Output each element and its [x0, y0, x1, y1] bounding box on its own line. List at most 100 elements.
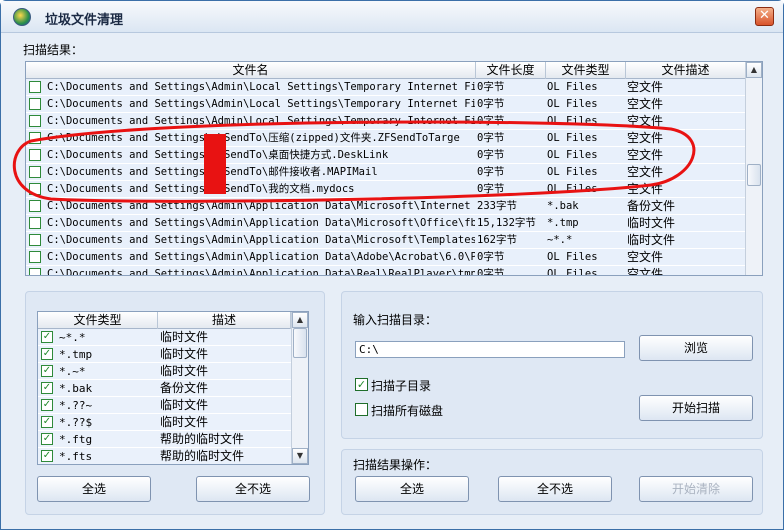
filetype-checkbox[interactable]: ✓ [41, 382, 53, 394]
filetype-checkbox[interactable]: ✓ [41, 433, 53, 445]
filetype-desc: 备份文件 [160, 381, 209, 395]
row-checkbox[interactable] [29, 132, 41, 144]
filetype-scrollbar[interactable]: ▲ ▼ [291, 312, 308, 464]
all-disks-checkbox[interactable] [355, 403, 368, 416]
row-checkbox[interactable] [29, 251, 41, 263]
scan-dir-input[interactable]: C:\ [355, 341, 625, 358]
filetype-checkbox[interactable]: ✓ [41, 331, 53, 343]
results-scrollbar[interactable]: ▲ [745, 62, 762, 275]
row-size: 0字节 [477, 132, 505, 144]
row-desc: 空文件 [627, 182, 664, 196]
results-rows: C:\Documents and Settings\Admin\Local Se… [26, 79, 746, 275]
filetype-desc: 帮助的临时文件 [160, 432, 245, 446]
filetype-pattern: *.ftg [59, 433, 93, 446]
filetype-desc: 临时文件 [160, 415, 209, 429]
row-checkbox[interactable] [29, 217, 41, 229]
scroll-up-button[interactable]: ▲ [746, 62, 762, 78]
table-row[interactable]: C:\Documents and Settings\ \SendTo\我的文档.… [26, 181, 746, 198]
filetype-desc: 临时文件 [160, 347, 209, 361]
row-size: 15,132字节 [477, 217, 536, 229]
junk-cleaner-window: 垃圾文件清理 ✕ 扫描结果： 文件名 文件长度 文件类型 文件描述 C:\Doc… [0, 0, 784, 530]
row-checkbox[interactable] [29, 98, 41, 110]
row-filename: C:\Documents and Settings\ \SendTo\压缩(zi… [47, 132, 460, 144]
row-checkbox[interactable] [29, 166, 41, 178]
row-filename: C:\Documents and Settings\ \SendTo\桌面快捷方… [47, 149, 389, 161]
column-header-name[interactable]: 文件名 [26, 62, 476, 79]
table-row[interactable]: C:\Documents and Settings\Admin\Local Se… [26, 113, 746, 130]
row-type: OL Files [547, 183, 598, 195]
start-clean-button[interactable]: 开始清除 [639, 476, 753, 502]
row-checkbox[interactable] [29, 183, 41, 195]
start-scan-button[interactable]: 开始扫描 [639, 395, 753, 421]
filetype-header: 文件类型 描述 [38, 312, 291, 329]
filetype-checkbox[interactable]: ✓ [41, 416, 53, 428]
scroll-thumb[interactable] [747, 164, 761, 186]
filetype-pattern: *.tmp [59, 348, 93, 361]
filetype-checkbox[interactable]: ✓ [41, 450, 53, 462]
list-item[interactable]: ✓ *.??$ 临时文件 [38, 414, 291, 431]
table-row[interactable]: C:\Documents and Settings\Admin\Local Se… [26, 96, 746, 113]
title-bar[interactable]: 垃圾文件清理 ✕ [1, 1, 783, 33]
row-checkbox[interactable] [29, 234, 41, 246]
column-header-size[interactable]: 文件长度 [476, 62, 546, 79]
table-row[interactable]: C:\Documents and Settings\Admin\Applicat… [26, 198, 746, 215]
table-row[interactable]: C:\Documents and Settings\Admin\Local Se… [26, 79, 746, 96]
row-filename: C:\Documents and Settings\Admin\Applicat… [47, 268, 475, 275]
filetype-checkbox[interactable]: ✓ [41, 399, 53, 411]
row-size: 233字节 [477, 200, 517, 212]
filetype-table: 文件类型 描述 ✓ ~*.* 临时文件 ✓ *.tmp 临时文件 ✓ *.~* 临时文件 ✓ *.b… [37, 311, 309, 465]
row-desc: 空文件 [627, 250, 664, 264]
row-type: OL Files [547, 166, 598, 178]
row-checkbox[interactable] [29, 149, 41, 161]
table-row[interactable]: C:\Documents and Settings\ \SendTo\邮件接收者… [26, 164, 746, 181]
list-item[interactable]: ✓ ~*.* 临时文件 [38, 329, 291, 346]
row-checkbox[interactable] [29, 200, 41, 212]
table-row[interactable]: C:\Documents and Settings\Admin\Applicat… [26, 249, 746, 266]
row-checkbox[interactable] [29, 81, 41, 93]
browse-button[interactable]: 浏览 [639, 335, 753, 361]
filetype-checkbox[interactable]: ✓ [41, 348, 53, 360]
row-checkbox[interactable] [29, 268, 41, 275]
row-type: *.tmp [547, 217, 579, 229]
filetype-select-none-button[interactable]: 全不选 [196, 476, 310, 502]
close-button[interactable]: ✕ [755, 7, 774, 26]
row-desc: 临时文件 [627, 216, 676, 230]
filetype-select-all-button[interactable]: 全选 [37, 476, 151, 502]
row-type: OL Files [547, 81, 598, 93]
list-item[interactable]: ✓ *.??~ 临时文件 [38, 397, 291, 414]
list-item[interactable]: ✓ *.ftg 帮助的临时文件 [38, 431, 291, 448]
column-header-filedesc[interactable]: 描述 [158, 312, 291, 329]
list-item[interactable]: ✓ *.tmp 临时文件 [38, 346, 291, 363]
list-item[interactable]: ✓ *.bak 备份文件 [38, 380, 291, 397]
row-desc: 空文件 [627, 114, 664, 128]
filetype-pattern: *.fts [59, 450, 93, 463]
row-checkbox[interactable] [29, 115, 41, 127]
scroll-up-button[interactable]: ▲ [292, 312, 308, 328]
ops-select-none-button[interactable]: 全不选 [498, 476, 612, 502]
filetype-rows: ✓ ~*.* 临时文件 ✓ *.tmp 临时文件 ✓ *.~* 临时文件 ✓ *.bak 备份文件 ✓ *… [38, 329, 291, 464]
column-header-desc[interactable]: 文件描述 [626, 62, 746, 79]
table-row[interactable]: C:\Documents and Settings\ \SendTo\桌面快捷方… [26, 147, 746, 164]
window-title: 垃圾文件清理 [45, 13, 124, 28]
filetype-checkbox[interactable]: ✓ [41, 365, 53, 377]
scroll-down-button[interactable]: ▼ [292, 448, 308, 464]
row-desc: 空文件 [627, 97, 664, 111]
row-type: OL Files [547, 115, 598, 127]
include-subdirs-checkbox[interactable]: ✓ [355, 378, 368, 391]
close-icon: ✕ [759, 8, 770, 23]
column-header-type[interactable]: 文件类型 [546, 62, 626, 79]
list-item[interactable]: ✓ *.~* 临时文件 [38, 363, 291, 380]
table-row[interactable]: C:\Documents and Settings\Admin\Applicat… [26, 232, 746, 249]
row-filename: C:\Documents and Settings\Admin\Local Se… [47, 81, 475, 93]
table-row[interactable]: C:\Documents and Settings\Admin\Applicat… [26, 215, 746, 232]
include-subdirs-label: 扫描子目录 [371, 379, 432, 393]
table-row[interactable]: C:\Documents and Settings\ \SendTo\压缩(zi… [26, 130, 746, 147]
row-type: OL Files [547, 132, 598, 144]
table-row[interactable]: C:\Documents and Settings\Admin\Applicat… [26, 266, 746, 275]
scroll-thumb[interactable] [293, 328, 307, 358]
ops-select-all-button[interactable]: 全选 [355, 476, 469, 502]
row-filename: C:\Documents and Settings\Admin\Applicat… [47, 217, 475, 229]
list-item[interactable]: ✓ *.fts 帮助的临时文件 [38, 448, 291, 464]
column-header-filetype[interactable]: 文件类型 [38, 312, 158, 329]
row-size: 0字节 [477, 183, 505, 195]
